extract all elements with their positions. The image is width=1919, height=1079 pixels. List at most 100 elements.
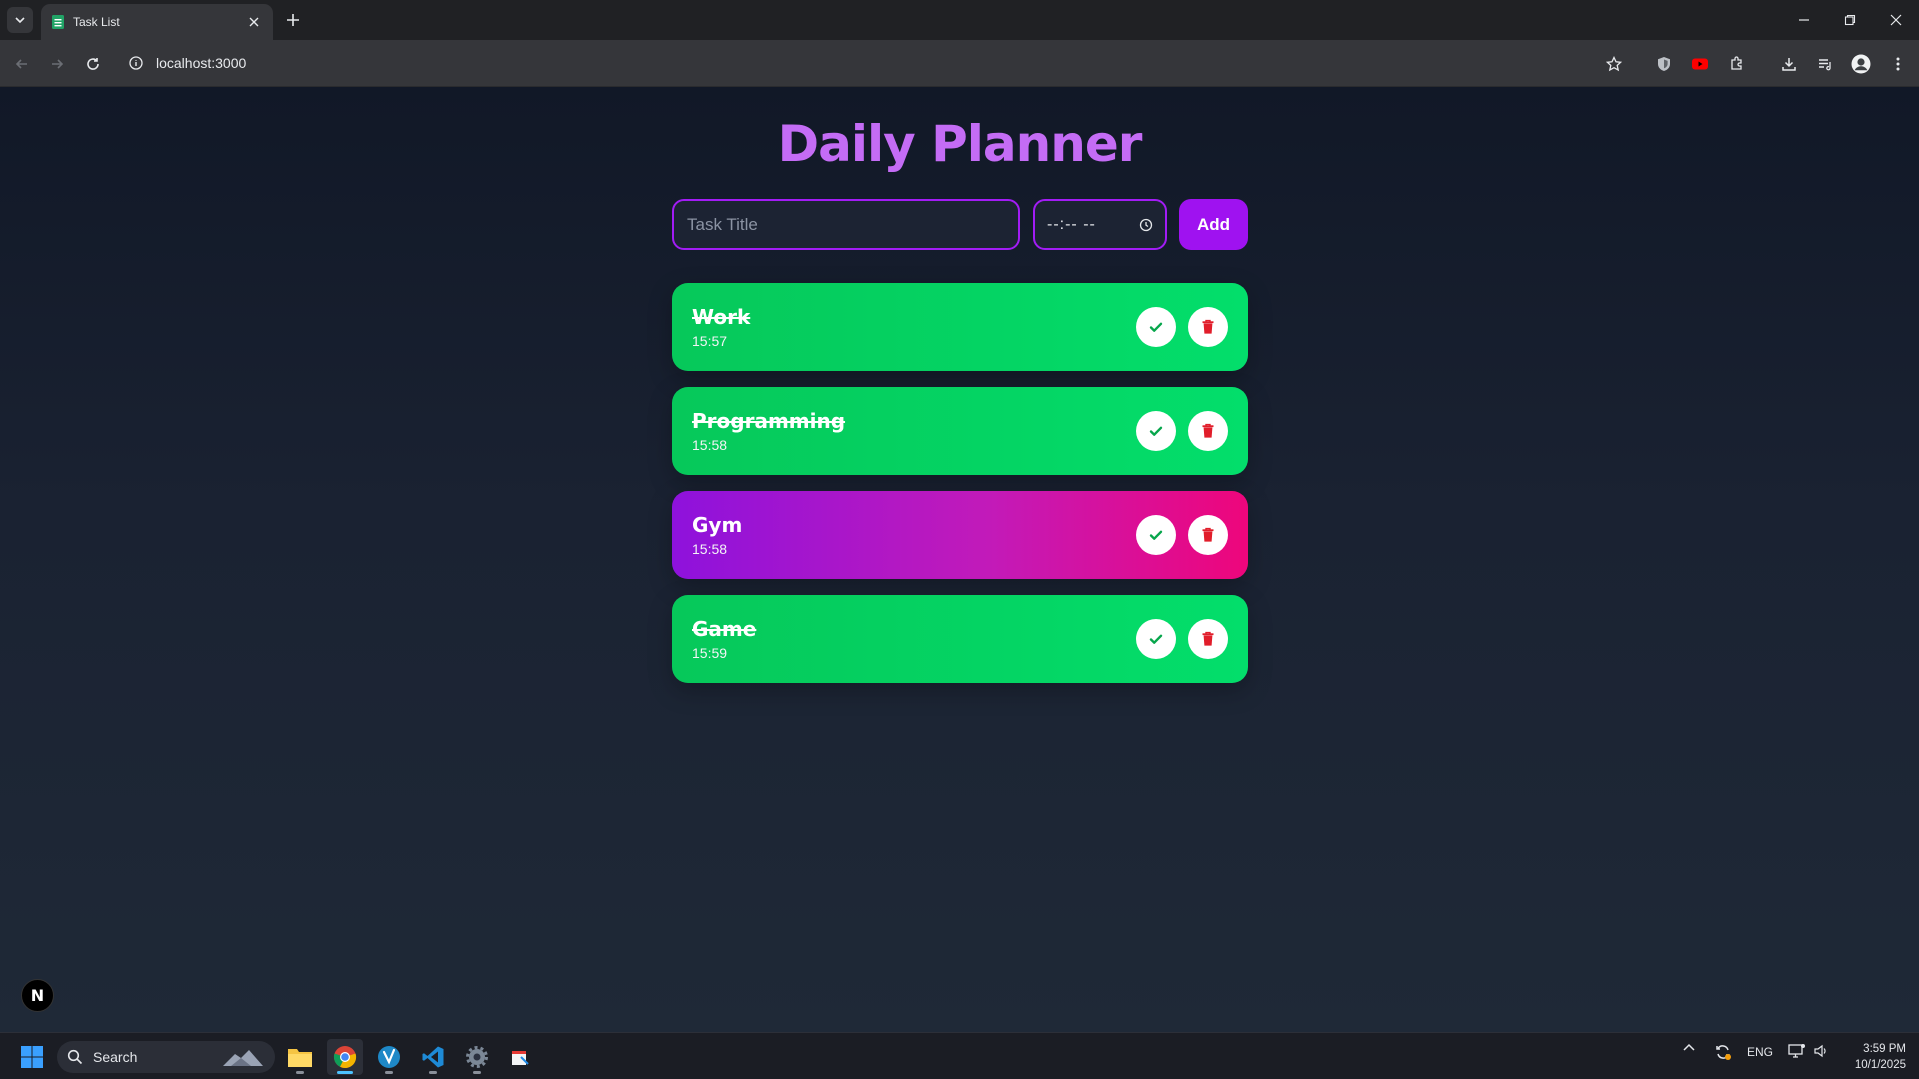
site-info-icon[interactable] <box>126 53 146 73</box>
app-active-indicator <box>337 1071 353 1074</box>
taskbar-file-explorer[interactable] <box>282 1039 318 1075</box>
url-text: localhost:3000 <box>156 55 247 71</box>
app-running-indicator <box>473 1071 481 1074</box>
task-title: Work <box>692 305 751 329</box>
task-item: Programming 15:58 <box>672 387 1248 475</box>
add-task-button[interactable]: Add <box>1179 199 1248 250</box>
restore-button[interactable] <box>1827 0 1873 40</box>
restore-icon <box>1844 14 1856 26</box>
delete-task-button[interactable] <box>1188 307 1228 347</box>
arrow-left-icon <box>15 59 27 69</box>
complete-task-button[interactable] <box>1136 619 1176 659</box>
browser-tab-bar: Task List <box>0 0 1919 40</box>
checkmark-icon <box>1149 322 1163 332</box>
delete-task-button[interactable] <box>1188 619 1228 659</box>
task-time: 15:57 <box>692 333 728 349</box>
task-time-input[interactable]: --:-- -- <box>1033 199 1167 250</box>
taskbar-settings[interactable] <box>459 1039 495 1075</box>
task-title: Game <box>692 617 757 641</box>
reload-button[interactable] <box>81 52 105 76</box>
snipping-tool-icon <box>512 1051 529 1065</box>
trash-icon <box>1202 631 1214 646</box>
downloads-button[interactable] <box>1776 51 1802 77</box>
taskbar-search-box[interactable]: Search <box>57 1041 275 1073</box>
complete-task-button[interactable] <box>1136 515 1176 555</box>
browser-toolbar: localhost:3000 <box>0 40 1919 87</box>
volume-tray-icon[interactable] <box>1810 1043 1832 1059</box>
speaker-icon <box>1814 1044 1826 1058</box>
task-time: 15:58 <box>692 437 728 453</box>
plus-icon <box>287 14 299 26</box>
start-button[interactable] <box>14 1039 50 1075</box>
page-title: Daily Planner <box>777 115 1143 173</box>
nextjs-dev-badge[interactable]: N <box>21 979 54 1012</box>
task-item: Gym 15:58 <box>672 491 1248 579</box>
chrome-icon <box>333 1046 357 1069</box>
taskbar-clock[interactable]: 3:59 PM 10/1/2025 <box>1836 1041 1906 1073</box>
page-content: Daily Planner --:-- -- Add Work 15:57 Pr… <box>0 87 1919 1032</box>
chrome-menu-button[interactable] <box>1885 51 1911 77</box>
clock-date: 10/1/2025 <box>1854 1059 1906 1071</box>
youtube-icon <box>1692 58 1708 70</box>
task-title-input[interactable] <box>672 199 1020 250</box>
app-running-indicator <box>385 1071 393 1074</box>
reload-icon <box>87 58 99 70</box>
more-vertical-icon <box>1896 57 1900 71</box>
task-info: Programming 15:58 <box>692 409 1124 453</box>
taskbar-snipping-tool[interactable] <box>502 1039 538 1075</box>
task-list: Work 15:57 Programming 15:58 Gym 15:58 G… <box>672 283 1248 699</box>
tab-title: Task List <box>73 15 120 29</box>
extension-shield-button[interactable] <box>1651 51 1677 77</box>
clock-time: 3:59 PM <box>1863 1043 1906 1055</box>
back-button[interactable] <box>10 52 34 76</box>
windows-logo-icon <box>21 1046 43 1068</box>
time-input-value: --:-- -- <box>1047 215 1096 233</box>
close-icon <box>1890 14 1902 26</box>
task-item: Work 15:57 <box>672 283 1248 371</box>
minimize-button[interactable] <box>1781 0 1827 40</box>
bookmark-star-button[interactable] <box>1601 51 1627 77</box>
chevron-down-icon <box>15 17 25 24</box>
complete-task-button[interactable] <box>1136 307 1176 347</box>
new-tab-button[interactable] <box>281 8 305 32</box>
search-icon <box>67 1049 83 1065</box>
browser-tab-active[interactable]: Task List <box>41 4 273 40</box>
task-title: Gym <box>692 513 743 537</box>
trash-icon <box>1202 423 1214 438</box>
complete-task-button[interactable] <box>1136 411 1176 451</box>
task-info: Game 15:59 <box>692 617 1124 661</box>
media-controls-button[interactable] <box>1812 51 1838 77</box>
taskbar-vscode[interactable] <box>415 1039 451 1075</box>
taskbar-chrome[interactable] <box>327 1039 363 1075</box>
taskbar-v-app[interactable] <box>371 1039 407 1075</box>
close-window-button[interactable] <box>1873 0 1919 40</box>
app-running-indicator <box>296 1071 304 1074</box>
task-info: Gym 15:58 <box>692 513 1124 557</box>
task-info: Work 15:57 <box>692 305 1124 349</box>
arrow-right-icon <box>52 59 64 69</box>
delete-task-button[interactable] <box>1188 515 1228 555</box>
download-icon <box>1782 58 1796 71</box>
checkmark-icon <box>1149 634 1163 644</box>
sync-tray-icon[interactable] <box>1712 1043 1734 1061</box>
trash-icon <box>1202 527 1214 542</box>
extension-youtube-button[interactable] <box>1687 51 1713 77</box>
profile-avatar-button[interactable] <box>1848 51 1874 77</box>
chevron-up-icon <box>1683 1043 1695 1051</box>
language-indicator[interactable]: ENG <box>1745 1045 1775 1059</box>
search-label: Search <box>93 1049 138 1065</box>
search-highlight-image-icon <box>223 1050 263 1066</box>
tab-close-icon[interactable] <box>245 13 263 31</box>
delete-task-button[interactable] <box>1188 411 1228 451</box>
sheet-favicon-icon <box>52 15 64 29</box>
show-hidden-icons-button[interactable] <box>1680 1043 1698 1051</box>
tab-search-button[interactable] <box>7 7 33 33</box>
windows-taskbar: Search ENG 3:59 PM 10/1/2025 <box>0 1032 1919 1079</box>
extensions-button[interactable] <box>1724 51 1750 77</box>
clock-icon[interactable] <box>1139 218 1153 232</box>
vscode-icon <box>422 1046 444 1068</box>
address-bar[interactable]: localhost:3000 <box>126 48 1626 78</box>
avatar-icon <box>1851 54 1871 74</box>
forward-button[interactable] <box>45 52 69 76</box>
network-tray-icon[interactable] <box>1786 1043 1808 1059</box>
